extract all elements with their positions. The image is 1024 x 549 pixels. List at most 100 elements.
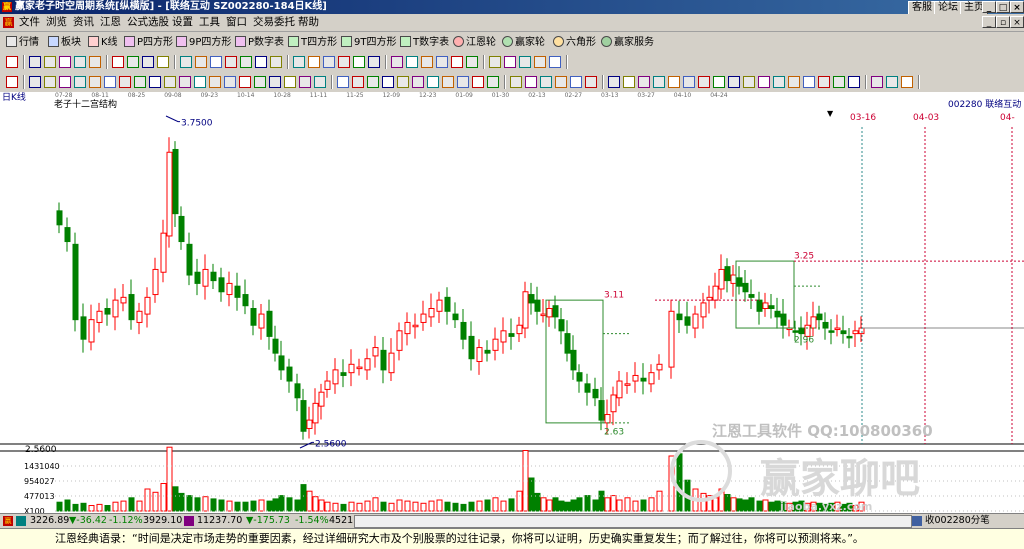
analysis-tool-icon-44[interactable]	[683, 76, 695, 88]
forum-link[interactable]: 论坛	[934, 1, 962, 15]
draw-tool-icon-21[interactable]	[338, 56, 350, 68]
9p-square-button[interactable]: 9P四方形	[176, 35, 231, 50]
menu-formula-screen[interactable]: 公式选股	[127, 16, 169, 29]
analysis-tool-icon-56[interactable]	[871, 76, 883, 88]
analysis-tool-icon-25[interactable]	[382, 76, 394, 88]
analysis-tool-icon-54[interactable]	[833, 76, 845, 88]
child-restore-button[interactable]: ▫	[996, 16, 1010, 28]
draw-tool-icon-10[interactable]	[157, 56, 169, 68]
analysis-tool-icon-57[interactable]	[886, 76, 898, 88]
analysis-tool-icon-47[interactable]	[728, 76, 740, 88]
draw-tool-icon-16[interactable]	[255, 56, 267, 68]
analysis-tool-icon-20[interactable]	[299, 76, 311, 88]
draw-tool-icon-28[interactable]	[451, 56, 463, 68]
analysis-tool-icon-51[interactable]	[788, 76, 800, 88]
analysis-tool-icon-43[interactable]	[668, 76, 680, 88]
draw-tool-icon-2[interactable]	[29, 56, 41, 68]
analysis-tool-icon-27[interactable]	[412, 76, 424, 88]
winner-wheel-button[interactable]: 赢家轮	[502, 35, 545, 50]
analysis-tool-icon-1[interactable]	[6, 76, 18, 88]
analysis-tool-icon-13[interactable]	[194, 76, 206, 88]
analysis-tool-icon-49[interactable]	[758, 76, 770, 88]
draw-tool-icon-8[interactable]	[127, 56, 139, 68]
draw-tool-icon-7[interactable]	[112, 56, 124, 68]
t-square-button[interactable]: T四方形	[288, 35, 337, 50]
analysis-tool-icon-33[interactable]	[510, 76, 522, 88]
analysis-tool-icon-28[interactable]	[427, 76, 439, 88]
draw-tool-icon-25[interactable]	[406, 56, 418, 68]
draw-tool-icon-18[interactable]	[293, 56, 305, 68]
analysis-tool-icon-8[interactable]	[119, 76, 131, 88]
menu-help[interactable]: 帮助	[298, 16, 319, 29]
draw-tool-icon-22[interactable]	[353, 56, 365, 68]
analysis-tool-icon-21[interactable]	[314, 76, 326, 88]
analysis-tool-icon-30[interactable]	[457, 76, 469, 88]
menu-gann[interactable]: 江恩	[100, 16, 121, 29]
analysis-tool-icon-6[interactable]	[89, 76, 101, 88]
analysis-tool-icon-9[interactable]	[134, 76, 146, 88]
t-number-table-button[interactable]: T数字表	[400, 35, 449, 50]
maximize-button[interactable]: □	[996, 1, 1010, 13]
draw-tool-icon-5[interactable]	[74, 56, 86, 68]
menu-trade[interactable]: 交易委托	[253, 16, 295, 29]
analysis-tool-icon-41[interactable]	[638, 76, 650, 88]
p-number-table-button[interactable]: P数字表	[235, 35, 284, 50]
draw-tool-icon-23[interactable]	[368, 56, 380, 68]
minimize-button[interactable]: _	[982, 1, 996, 13]
analysis-tool-icon-3[interactable]	[44, 76, 56, 88]
analysis-tool-icon-26[interactable]	[397, 76, 409, 88]
draw-tool-icon-12[interactable]	[195, 56, 207, 68]
draw-tool-icon-20[interactable]	[323, 56, 335, 68]
tick-label[interactable]: 收002280分笔	[925, 514, 990, 528]
menu-settings[interactable]: 设置	[172, 16, 193, 29]
draw-tool-icon-31[interactable]	[504, 56, 516, 68]
analysis-tool-icon-58[interactable]	[901, 76, 913, 88]
analysis-tool-icon-14[interactable]	[209, 76, 221, 88]
analysis-tool-icon-46[interactable]	[713, 76, 725, 88]
draw-tool-icon-6[interactable]	[89, 56, 101, 68]
analysis-tool-icon-23[interactable]	[352, 76, 364, 88]
kline-button[interactable]: K线	[88, 35, 118, 50]
draw-tool-icon-3[interactable]	[44, 56, 56, 68]
draw-tool-icon-27[interactable]	[436, 56, 448, 68]
menu-browse[interactable]: 浏览	[46, 16, 67, 29]
analysis-tool-icon-37[interactable]	[570, 76, 582, 88]
analysis-tool-icon-2[interactable]	[29, 76, 41, 88]
draw-tool-icon-19[interactable]	[308, 56, 320, 68]
analysis-tool-icon-45[interactable]	[698, 76, 710, 88]
draw-tool-icon-32[interactable]	[519, 56, 531, 68]
9t-square-button[interactable]: 9T四方形	[341, 35, 396, 50]
tick-icon[interactable]	[912, 516, 922, 526]
draw-tool-icon-4[interactable]	[59, 56, 71, 68]
child-close-button[interactable]: ×	[1010, 16, 1024, 28]
draw-tool-icon-13[interactable]	[210, 56, 222, 68]
analysis-tool-icon-22[interactable]	[337, 76, 349, 88]
analysis-tool-icon-52[interactable]	[803, 76, 815, 88]
draw-tool-icon-15[interactable]	[240, 56, 252, 68]
analysis-tool-icon-38[interactable]	[585, 76, 597, 88]
draw-tool-icon-14[interactable]	[225, 56, 237, 68]
analysis-tool-icon-24[interactable]	[367, 76, 379, 88]
draw-tool-icon-34[interactable]	[549, 56, 561, 68]
analysis-tool-icon-18[interactable]	[269, 76, 281, 88]
analysis-tool-icon-19[interactable]	[284, 76, 296, 88]
analysis-tool-icon-29[interactable]	[442, 76, 454, 88]
menu-info[interactable]: 资讯	[73, 16, 94, 29]
analysis-tool-icon-48[interactable]	[743, 76, 755, 88]
analysis-tool-icon-35[interactable]	[540, 76, 552, 88]
analysis-tool-icon-40[interactable]	[623, 76, 635, 88]
draw-tool-icon-30[interactable]	[489, 56, 501, 68]
analysis-tool-icon-36[interactable]	[555, 76, 567, 88]
analysis-tool-icon-4[interactable]	[59, 76, 71, 88]
analysis-tool-icon-10[interactable]	[149, 76, 161, 88]
analysis-tool-icon-55[interactable]	[848, 76, 860, 88]
draw-tool-icon-24[interactable]	[391, 56, 403, 68]
analysis-tool-icon-42[interactable]	[653, 76, 665, 88]
sectors-button[interactable]: 板块	[48, 35, 81, 50]
dropdown-arrow-icon[interactable]: ▼	[827, 108, 833, 119]
draw-tool-icon-11[interactable]	[180, 56, 192, 68]
analysis-tool-icon-12[interactable]	[179, 76, 191, 88]
status-scrollbar[interactable]	[354, 515, 912, 528]
menu-window[interactable]: 窗口	[226, 16, 247, 29]
gann-wheel-button[interactable]: 江恩轮	[453, 35, 496, 50]
